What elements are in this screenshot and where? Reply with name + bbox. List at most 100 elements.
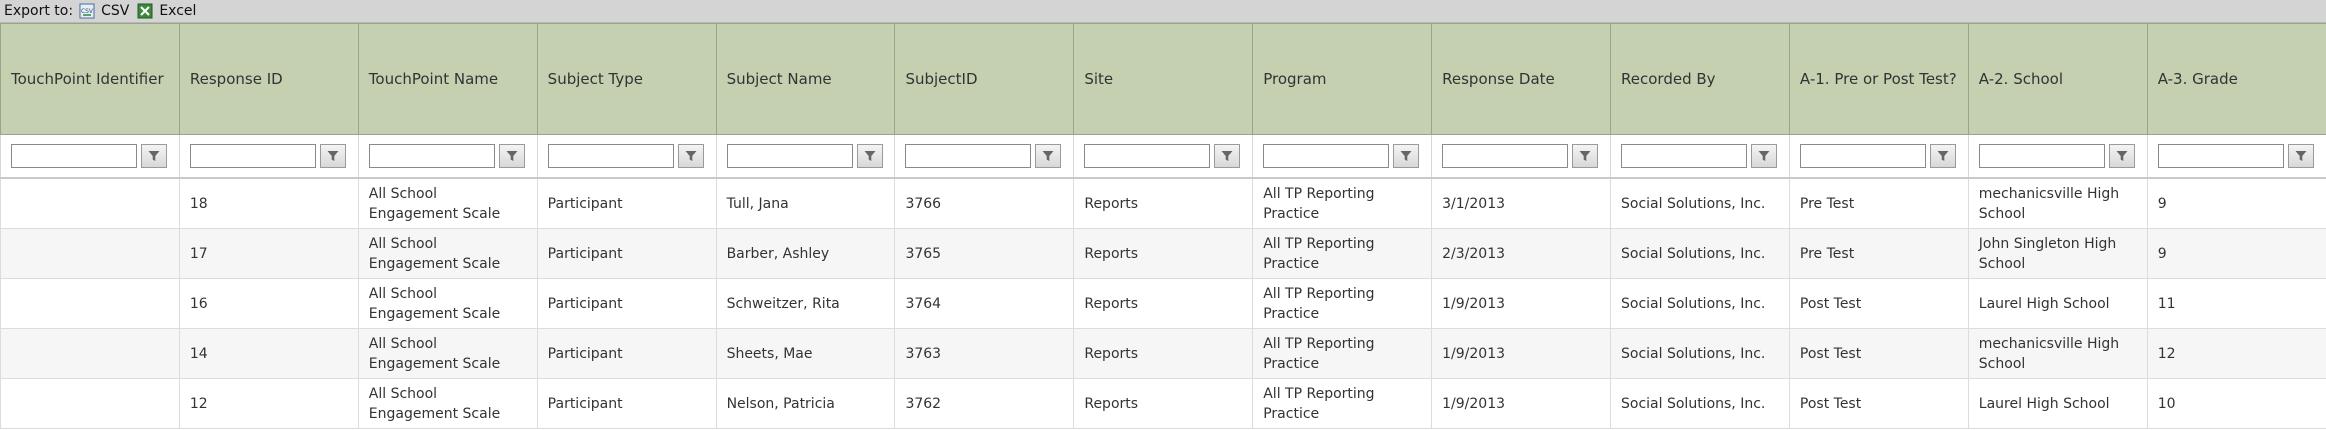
table-cell: Social Solutions, Inc.: [1610, 378, 1790, 429]
table-cell: Laurel High School: [1967, 278, 2148, 329]
column-filter-input[interactable]: [1799, 144, 1926, 168]
table-cell: All School Engagement Scale: [357, 177, 538, 229]
column-header[interactable]: TouchPoint Identifier: [0, 23, 180, 135]
column-filter-input[interactable]: [905, 144, 1032, 168]
excel-icon: [137, 3, 153, 19]
column-filter-input[interactable]: [1978, 144, 2105, 168]
table-cell: 1/9/2013: [1431, 278, 1612, 329]
filter-cell: [178, 134, 359, 179]
table-cell: Pre Test: [1788, 228, 1969, 279]
table-cell: 1/9/2013: [1431, 378, 1612, 429]
column-filter-input[interactable]: [2157, 144, 2284, 168]
table-cell: [0, 378, 180, 429]
filter-icon: [2115, 149, 2129, 163]
column-header[interactable]: Response Date: [1431, 23, 1612, 135]
filter-button[interactable]: [2287, 144, 2314, 168]
table-row[interactable]: 16 All School Engagement Scale Participant…: [0, 278, 2326, 329]
table-cell: 3762: [894, 378, 1075, 429]
column-header[interactable]: Response ID: [178, 23, 359, 135]
column-filter-input[interactable]: [726, 144, 853, 168]
table-cell: 3/1/2013: [1431, 177, 1612, 229]
table-cell: All School Engagement Scale: [357, 378, 538, 429]
table-cell: 3766: [894, 177, 1075, 229]
filter-cell: [536, 134, 717, 179]
export-excel-label: Excel: [159, 3, 197, 19]
filter-icon: [1220, 149, 1234, 163]
table-cell: 14: [178, 328, 359, 379]
column-filter-input[interactable]: [1442, 144, 1569, 168]
table-cell: Post Test: [1788, 378, 1969, 429]
filter-icon: [1936, 149, 1950, 163]
filter-cell: [1431, 134, 1612, 179]
table-cell: 9: [2146, 228, 2326, 279]
filter-button[interactable]: [677, 144, 704, 168]
export-label: Export to:: [4, 3, 74, 19]
column-header[interactable]: Program: [1252, 23, 1433, 135]
column-header[interactable]: A-2. School: [1967, 23, 2148, 135]
column-header[interactable]: Site: [1073, 23, 1254, 135]
filter-icon: [2294, 149, 2308, 163]
column-filter-input[interactable]: [189, 144, 316, 168]
table-row[interactable]: 14 All School Engagement Scale Participant…: [0, 328, 2326, 379]
filter-button[interactable]: [1393, 144, 1420, 168]
table-cell: Reports: [1073, 378, 1254, 429]
filter-button[interactable]: [856, 144, 883, 168]
table-row[interactable]: 17 All School Engagement Scale Participant…: [0, 228, 2326, 279]
table-cell: Schweitzer, Rita: [715, 278, 896, 329]
filter-cell: [894, 134, 1075, 179]
table-cell: 2/3/2013: [1431, 228, 1612, 279]
column-filter-input[interactable]: [1621, 144, 1748, 168]
filter-cell: [1610, 134, 1790, 179]
table-cell: All School Engagement Scale: [357, 278, 538, 329]
filter-cell: [1073, 134, 1254, 179]
table-cell: Participant: [536, 378, 717, 429]
header-row: TouchPoint Identifier Response ID TouchP…: [0, 23, 2326, 135]
filter-button[interactable]: [1751, 144, 1778, 168]
table-cell: Social Solutions, Inc.: [1610, 228, 1790, 279]
table-cell: 17: [178, 228, 359, 279]
table-cell: 3763: [894, 328, 1075, 379]
table-row[interactable]: 12 All School Engagement Scale Participant…: [0, 378, 2326, 429]
table-cell: 16: [178, 278, 359, 329]
filter-button[interactable]: [1035, 144, 1062, 168]
filter-icon: [684, 149, 698, 163]
filter-button[interactable]: [1929, 144, 1956, 168]
filter-button[interactable]: [498, 144, 525, 168]
table-cell: [0, 228, 180, 279]
filter-button[interactable]: [2108, 144, 2135, 168]
filter-cell: [357, 134, 538, 179]
export-csv-button[interactable]: CSV CSV: [79, 3, 129, 19]
column-header[interactable]: Subject Name: [715, 23, 896, 135]
table-cell: Reports: [1073, 228, 1254, 279]
filter-button[interactable]: [319, 144, 346, 168]
table-cell: Reports: [1073, 177, 1254, 229]
column-header[interactable]: TouchPoint Name: [357, 23, 538, 135]
table-cell: John Singleton High School: [1967, 228, 2148, 279]
column-filter-input[interactable]: [368, 144, 495, 168]
filter-button[interactable]: [1572, 144, 1599, 168]
column-filter-input[interactable]: [1084, 144, 1211, 168]
filter-button[interactable]: [1214, 144, 1241, 168]
table-cell: Nelson, Patricia: [715, 378, 896, 429]
column-filter-input[interactable]: [1263, 144, 1390, 168]
column-header[interactable]: Recorded By: [1610, 23, 1790, 135]
table-cell: 9: [2146, 177, 2326, 229]
export-csv-label: CSV: [101, 3, 130, 19]
table-row[interactable]: 18 All School Engagement Scale Participant…: [0, 177, 2326, 229]
table-cell: Social Solutions, Inc.: [1610, 177, 1790, 229]
filter-button[interactable]: [141, 144, 167, 168]
export-excel-button[interactable]: Excel: [137, 3, 196, 19]
column-filter-input[interactable]: [547, 144, 674, 168]
table-cell: All TP Reporting Practice: [1252, 328, 1433, 379]
column-header[interactable]: Subject Type: [536, 23, 717, 135]
column-header[interactable]: A-3. Grade: [2146, 23, 2326, 135]
filter-icon: [326, 149, 340, 163]
column-header[interactable]: A-1. Pre or Post Test?: [1788, 23, 1969, 135]
filter-icon: [505, 149, 519, 163]
filter-icon: [1041, 149, 1055, 163]
table-cell: Social Solutions, Inc.: [1610, 278, 1790, 329]
table-cell: [0, 328, 180, 379]
column-filter-input[interactable]: [11, 144, 137, 168]
filter-icon: [1399, 149, 1413, 163]
column-header[interactable]: SubjectID: [894, 23, 1075, 135]
